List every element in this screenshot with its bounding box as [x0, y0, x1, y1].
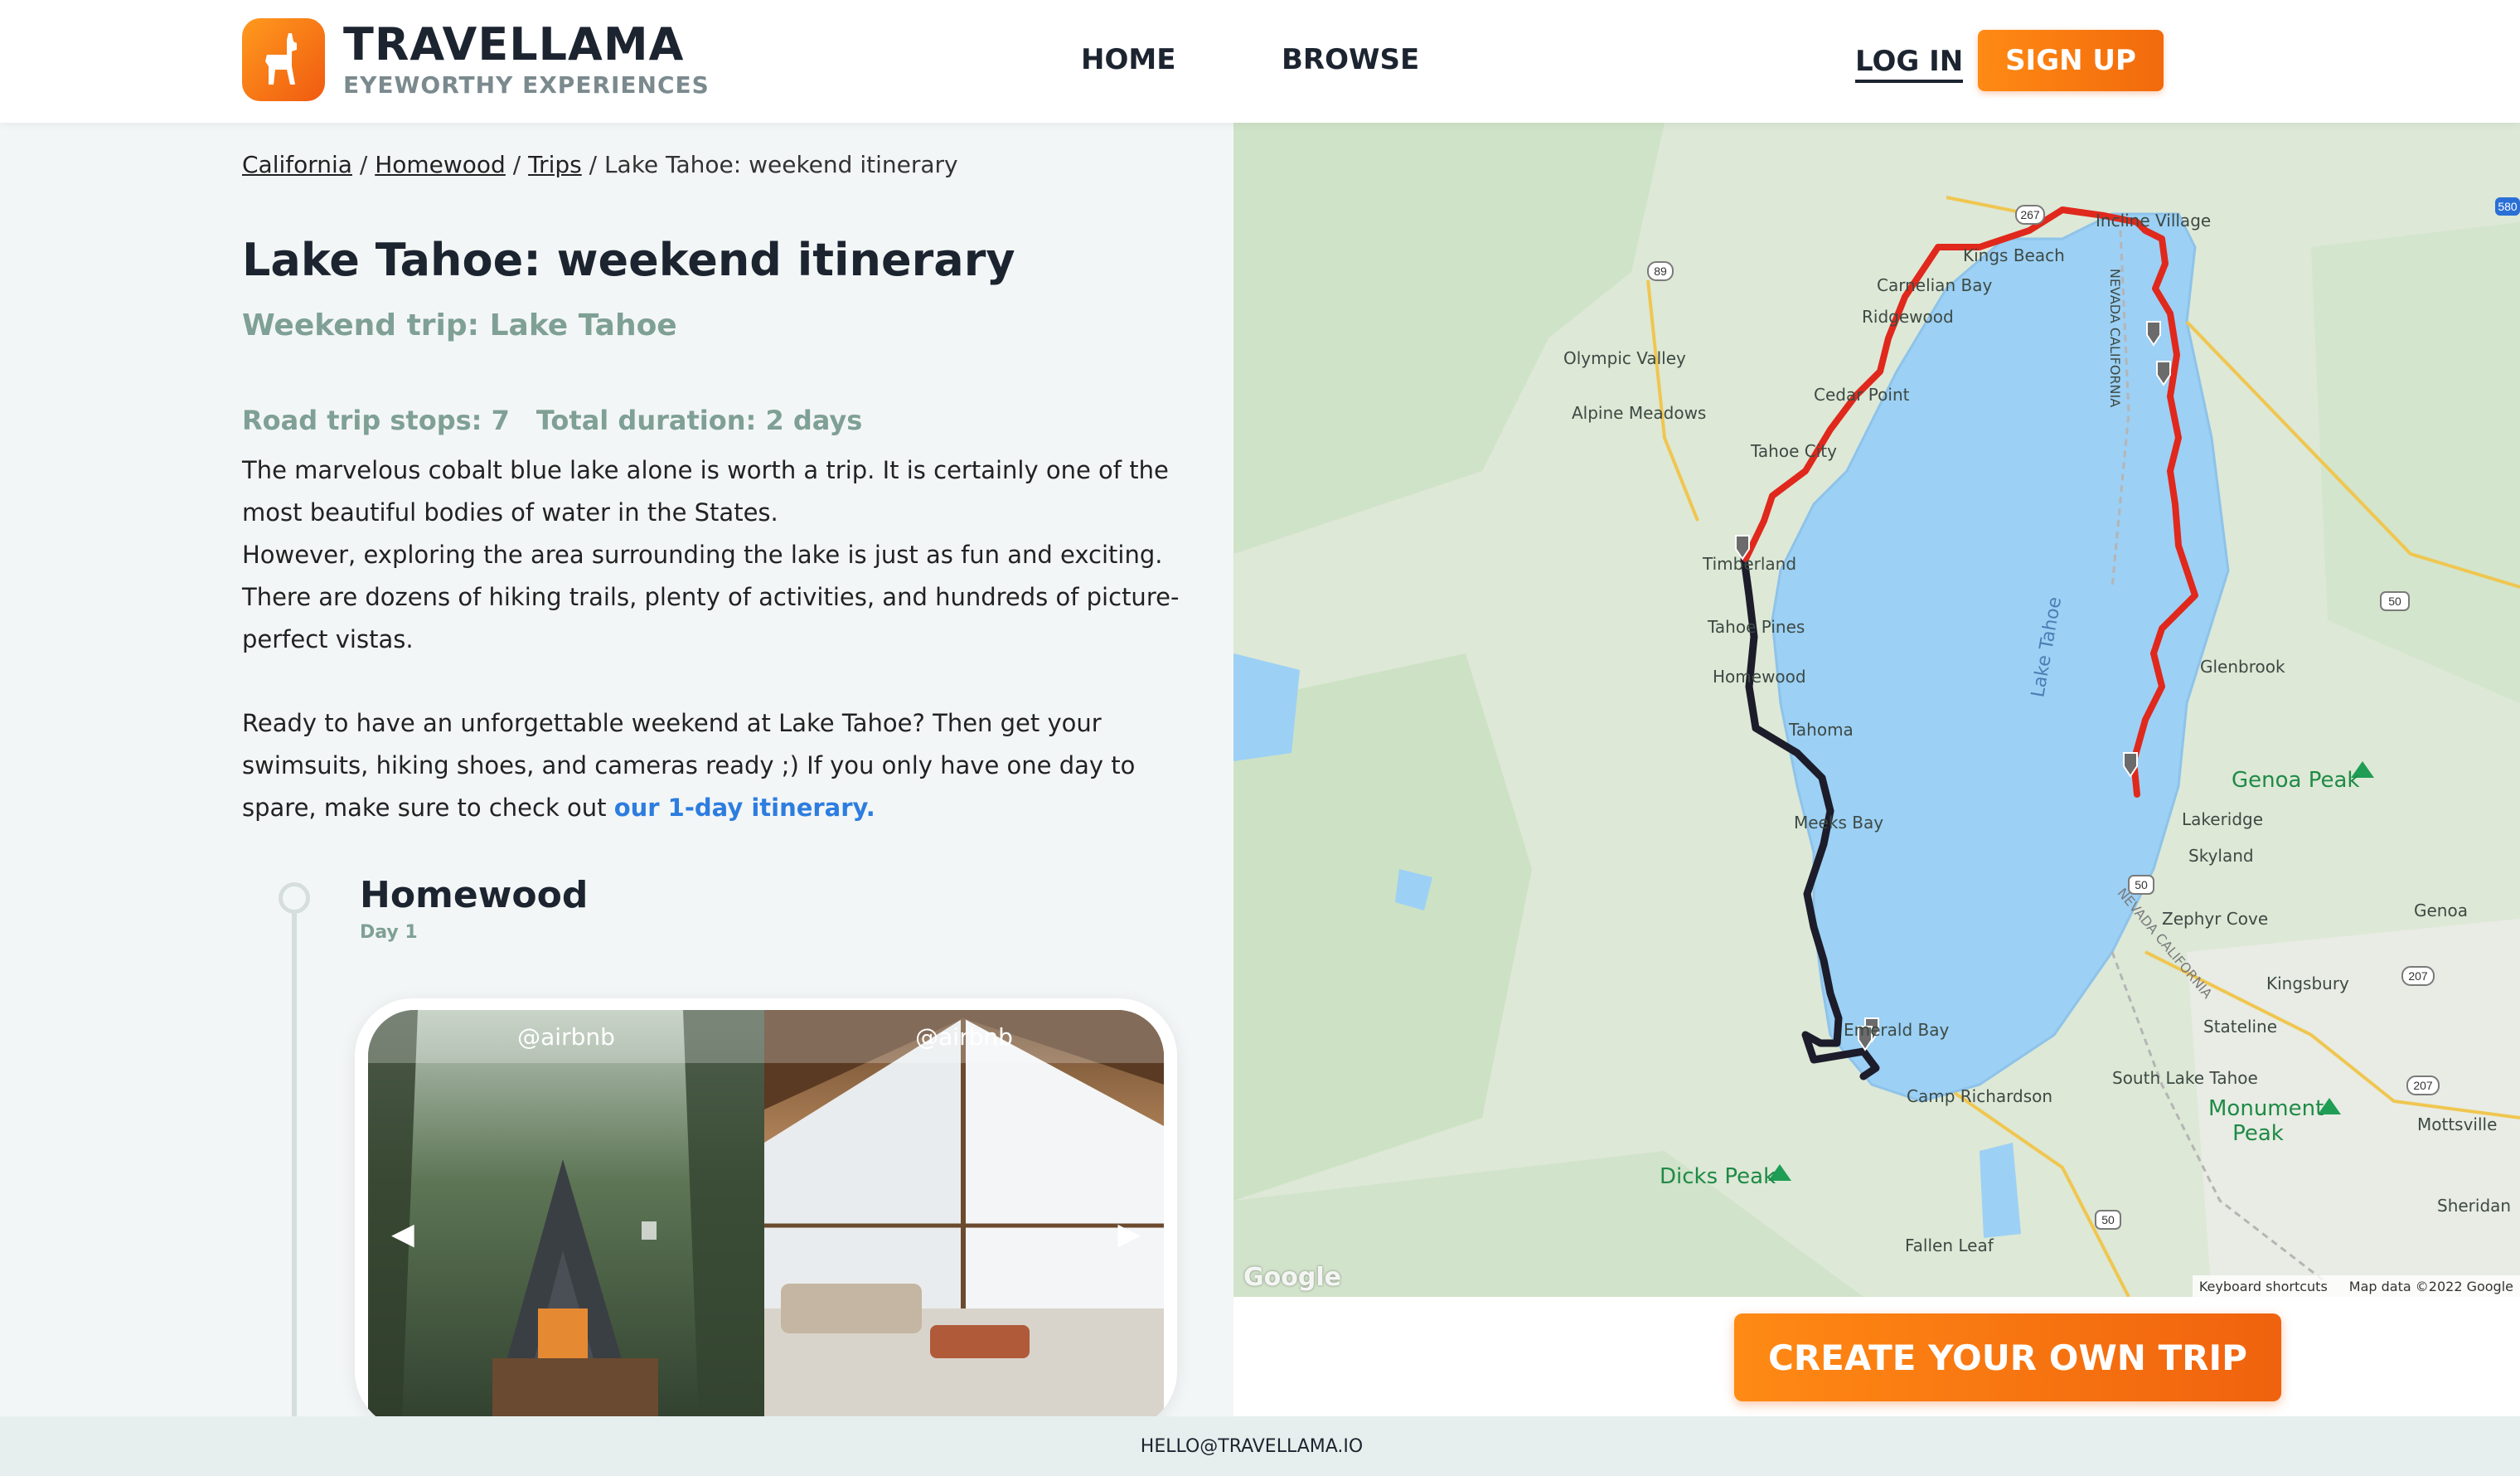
- breadcrumb-sep: /: [505, 151, 529, 178]
- trip-stats: Road trip stops: 7 Total duration: 2 days: [242, 405, 862, 436]
- login-link[interactable]: LOG IN: [1855, 45, 1964, 83]
- signup-button[interactable]: SIGN UP: [1978, 30, 2164, 91]
- map-label: Carnelian Bay: [1877, 275, 1993, 295]
- nav-home-link[interactable]: HOME: [1081, 43, 1175, 76]
- photo-credit: @airbnb: [368, 1010, 764, 1063]
- stops-count: Road trip stops: 7: [242, 405, 510, 436]
- description-paragraph: The marvelous cobalt blue lake alone is …: [242, 456, 1169, 527]
- breadcrumb-current: Lake Tahoe: weekend itinerary: [603, 151, 958, 178]
- breadcrumb-homewood[interactable]: Homewood: [375, 151, 506, 178]
- description-paragraph: Ready to have an unforgettable weekend a…: [242, 702, 1204, 829]
- next-photo-icon[interactable]: ▶: [1117, 1217, 1141, 1251]
- cabin-exterior-photo[interactable]: @airbnb ◀: [368, 1010, 764, 1416]
- cabin-interior-photo[interactable]: @airbnb ▶: [764, 1010, 1164, 1416]
- map-label: Incline Village: [2096, 211, 2212, 231]
- llama-logo-icon[interactable]: [242, 18, 325, 101]
- nav-browse-link[interactable]: BROWSE: [1282, 43, 1419, 76]
- map-label: Fallen Leaf: [1905, 1236, 1994, 1255]
- breadcrumb: California / Homewood / Trips / Lake Tah…: [242, 151, 958, 178]
- map-label: Zephyr Cove: [2162, 909, 2269, 929]
- page-title: Lake Tahoe: weekend itinerary: [242, 234, 1015, 286]
- photo-credit: @airbnb: [764, 1010, 1164, 1063]
- map-label: NEVADA CALIFORNIA: [2107, 268, 2124, 408]
- breadcrumb-sep: /: [581, 151, 604, 178]
- trip-description: The marvelous cobalt blue lake alone is …: [242, 449, 1204, 829]
- shield-label: 89: [1654, 265, 1667, 278]
- map-label: Tahoma: [1789, 720, 1854, 740]
- create-trip-button[interactable]: CREATE YOUR OWN TRIP: [1734, 1313, 2281, 1401]
- photo-gallery: @airbnb ◀ @airbnb ▶: [355, 998, 1177, 1416]
- map-label: Camp Richardson: [1907, 1086, 2053, 1106]
- map-label: Genoa Peak: [2232, 768, 2360, 793]
- shield-label: 207: [2408, 969, 2428, 983]
- shield-label: 50: [2388, 595, 2401, 608]
- map-label: Glenbrook: [2200, 657, 2285, 677]
- map-label: Cedar Point: [1814, 385, 1910, 405]
- map-label: Kings Beach: [1963, 245, 2065, 265]
- map-label: Dicks Peak: [1660, 1164, 1776, 1189]
- breadcrumb-trips[interactable]: Trips: [528, 151, 582, 178]
- timeline-dot: [279, 882, 310, 914]
- timeline-line: [292, 902, 297, 1416]
- brand-tagline: EYEWORTHY EXPERIENCES: [343, 71, 710, 99]
- map-label: Ridgewood: [1862, 307, 1954, 327]
- contact-email[interactable]: HELLO@TRAVELLAMA.IO: [1141, 1436, 1363, 1457]
- map-attribution: Keyboard shortcuts Map data ©2022 Google: [2192, 1275, 2520, 1297]
- map-label: Genoa: [2414, 901, 2468, 920]
- map-label: Alpine Meadows: [1572, 403, 1707, 423]
- itinerary-panel: California / Homewood / Trips / Lake Tah…: [0, 123, 1233, 1416]
- map-label: Olympic Valley: [1563, 348, 1686, 368]
- shield-label: 50: [2135, 878, 2148, 891]
- total-duration: Total duration: 2 days: [536, 405, 863, 436]
- shield-label: 267: [2020, 208, 2040, 221]
- stop-day: Day 1: [360, 922, 418, 943]
- one-day-itinerary-link[interactable]: our 1-day itinerary.: [614, 794, 875, 822]
- map-label: Stateline: [2203, 1017, 2278, 1037]
- page-subtitle: Weekend trip: Lake Tahoe: [242, 308, 677, 342]
- prev-photo-icon[interactable]: ◀: [391, 1217, 414, 1251]
- map-label: Timberland: [1703, 554, 1797, 574]
- shield-label: 50: [2101, 1213, 2115, 1226]
- map-canvas: 267 89 50 50 207 207 50 580: [1233, 123, 2520, 1297]
- map-label: Monument Peak: [2208, 1096, 2324, 1146]
- stop-name[interactable]: Homewood: [360, 874, 588, 916]
- map-label: South Lake Tahoe: [2112, 1068, 2258, 1088]
- map-label: Sheridan: [2437, 1196, 2512, 1216]
- site-footer: HELLO@TRAVELLAMA.IO: [0, 1416, 2520, 1476]
- shield-label: 580: [2498, 200, 2518, 213]
- keyboard-shortcuts-link[interactable]: Keyboard shortcuts: [2199, 1279, 2328, 1294]
- map-label: Mottsville: [2417, 1114, 2498, 1134]
- map-label: Emerald Bay: [1844, 1020, 1950, 1040]
- map-label: Kingsbury: [2266, 973, 2349, 993]
- map-label: Tahoe Pines: [1708, 617, 1805, 637]
- map-label: Homewood: [1713, 667, 1806, 687]
- map-label: Lakeridge: [2182, 809, 2264, 829]
- map-label: Meeks Bay: [1794, 813, 1884, 833]
- shield-label: 207: [2413, 1079, 2433, 1092]
- trip-map[interactable]: 267 89 50 50 207 207 50 580 Olympic Vall…: [1233, 123, 2520, 1297]
- google-logo[interactable]: Google: [1243, 1263, 1341, 1292]
- breadcrumb-sep: /: [351, 151, 376, 178]
- map-data-credit[interactable]: Map data ©2022 Google: [2349, 1279, 2513, 1294]
- map-label: Skyland: [2188, 846, 2254, 866]
- brand-name[interactable]: TRAVELLAMA: [343, 18, 684, 70]
- breadcrumb-california[interactable]: California: [242, 151, 352, 178]
- site-header: TRAVELLAMA EYEWORTHY EXPERIENCES HOME BR…: [0, 0, 2520, 123]
- map-label: Tahoe City: [1751, 441, 1837, 461]
- description-paragraph: However, exploring the area surrounding …: [242, 541, 1180, 653]
